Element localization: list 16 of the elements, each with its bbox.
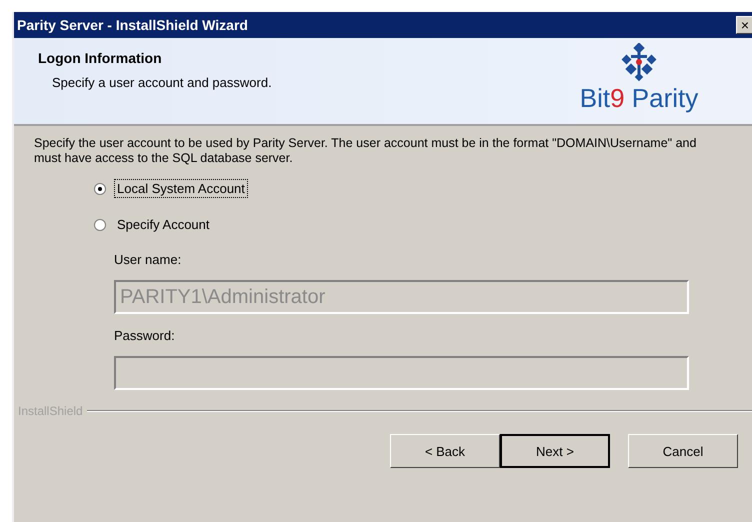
- logo-icon: [619, 43, 659, 83]
- description-text: Specify the user account to be used by Parity Server. The user account must be in the format "DOMAIN\Username" and must have access to the SQL database server.: [34, 136, 698, 166]
- radio-button[interactable]: [94, 218, 106, 230]
- wizard-button[interactable]: < Back: [390, 434, 500, 468]
- page-title: Logon Information: [38, 50, 163, 66]
- radio-button[interactable]: [94, 182, 106, 194]
- page-subtitle: Specify a user account and password.: [51, 75, 272, 90]
- wizard-button[interactable]: Cancel: [628, 434, 738, 468]
- close-button[interactable]: ×: [736, 16, 752, 34]
- window-title: Parity Server - InstallShield Wizard: [17, 17, 248, 33]
- field-label: User name:: [114, 252, 182, 267]
- radio-label[interactable]: Specify Account: [114, 215, 212, 234]
- radio-label[interactable]: Local System Account: [114, 179, 248, 198]
- wizard-button[interactable]: Next >: [500, 434, 610, 468]
- field-label: Password:: [114, 328, 176, 343]
- logo-text: Bit9 Parity: [580, 83, 698, 113]
